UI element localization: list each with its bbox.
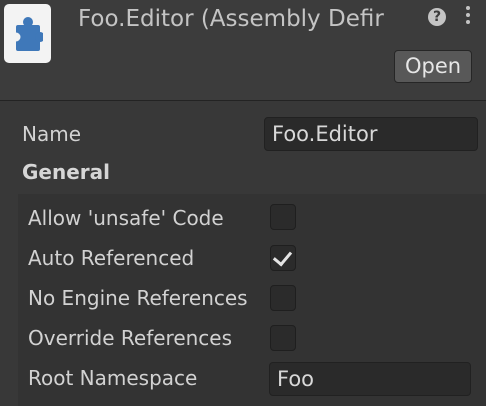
auto-referenced-checkbox[interactable] <box>270 245 296 271</box>
name-label: Name <box>22 122 82 146</box>
override-references-label: Override References <box>28 326 233 350</box>
root-namespace-label: Root Namespace <box>28 366 198 390</box>
name-field[interactable]: Foo.Editor <box>264 117 478 151</box>
more-options-icon[interactable] <box>463 6 473 28</box>
allow-unsafe-code-checkbox[interactable] <box>270 204 296 230</box>
checkmark-icon <box>272 246 293 267</box>
open-button[interactable]: Open <box>394 50 472 83</box>
auto-referenced-label: Auto Referenced <box>28 246 195 270</box>
root-namespace-field[interactable]: Foo <box>269 362 471 396</box>
allow-unsafe-code-label: Allow 'unsafe' Code <box>28 206 224 230</box>
no-engine-references-label: No Engine References <box>28 286 248 310</box>
override-references-checkbox[interactable] <box>270 325 296 351</box>
asset-title: Foo.Editor (Assembly Defir <box>78 6 384 32</box>
inspector-header: Foo.Editor (Assembly Defir ? Open <box>0 0 486 101</box>
no-engine-references-checkbox[interactable] <box>270 285 296 311</box>
assembly-definition-icon <box>4 4 51 63</box>
inspector-panel: Foo.Editor (Assembly Defir ? Open Name F… <box>0 0 486 406</box>
general-section-title: General <box>22 160 110 184</box>
help-icon[interactable]: ? <box>428 8 446 26</box>
